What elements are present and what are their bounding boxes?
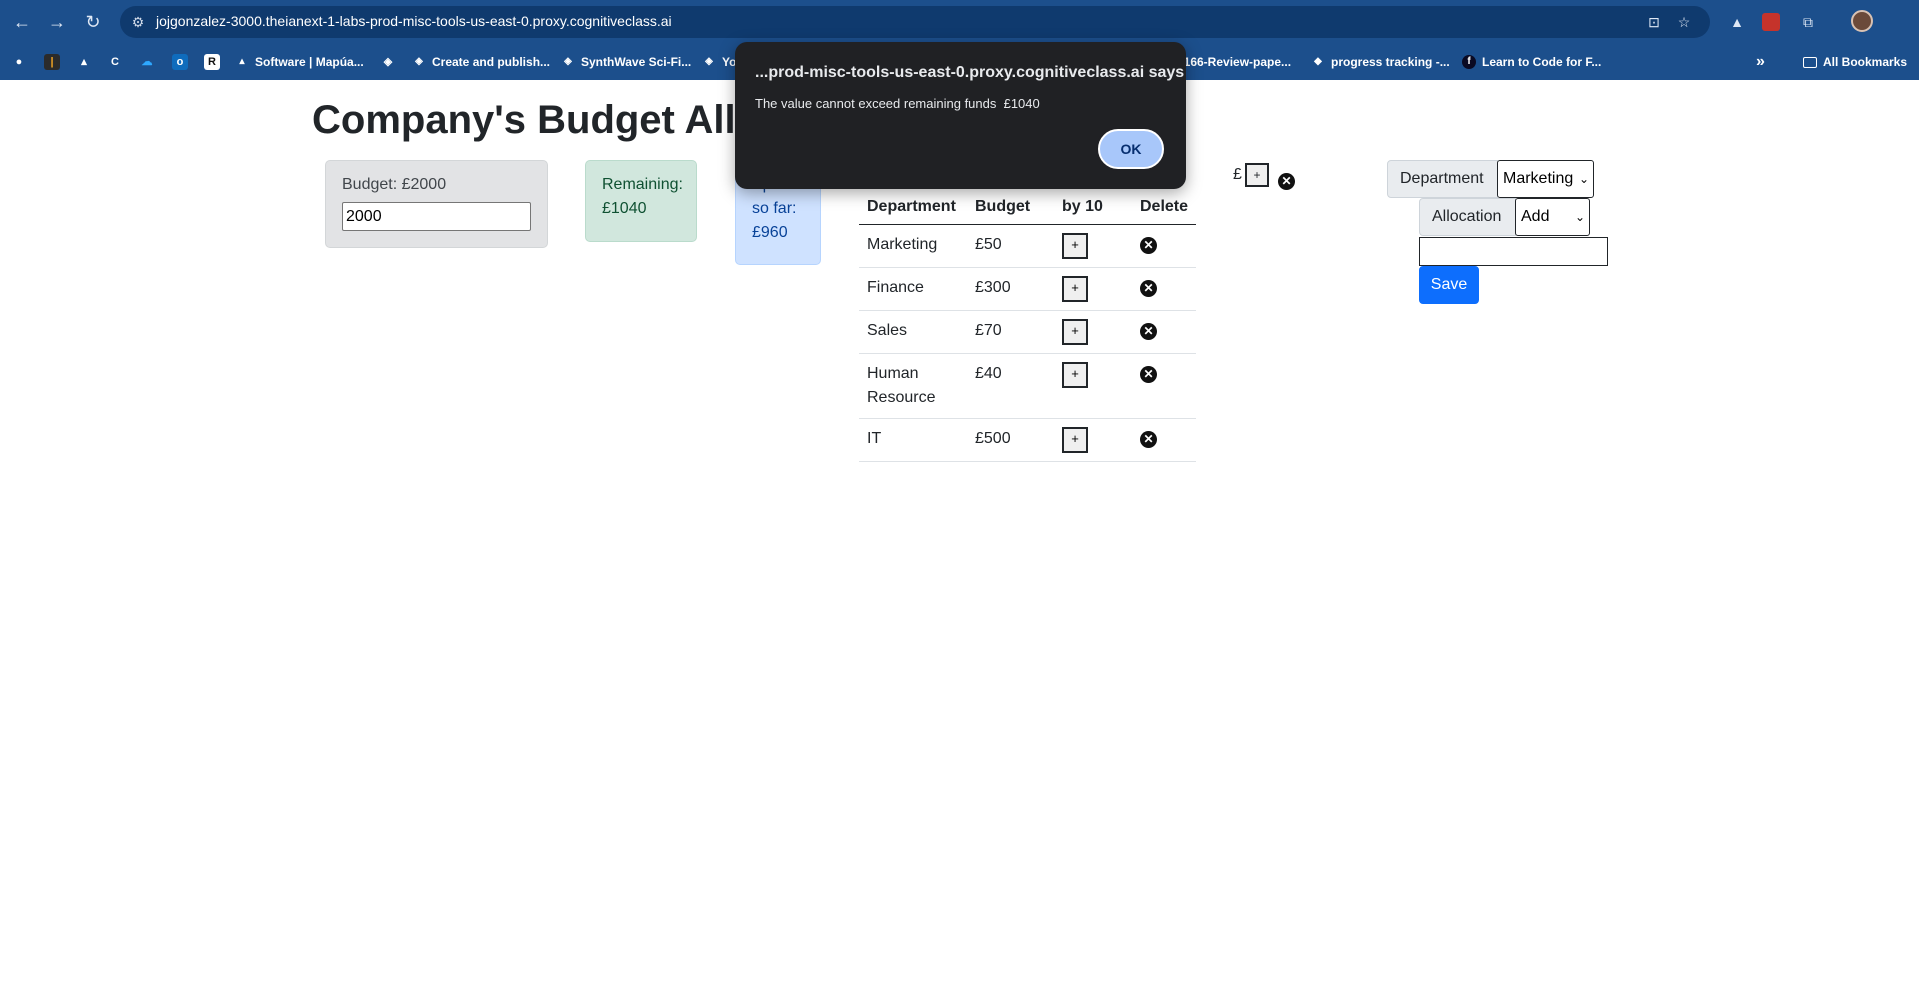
table-header-row: Department Budget by 10 Delete [859, 188, 1197, 225]
department-cell: Sales [859, 310, 967, 354]
department-cell: Marketing [859, 224, 967, 268]
spent-label-line2: so far: [752, 200, 797, 217]
delete-x-icon[interactable]: ✕ [1278, 173, 1295, 190]
allocation-label: Allocation [1419, 198, 1516, 236]
onedrive-icon[interactable]: ☁ [139, 54, 155, 70]
table-row: Human Resource £40 + ✕ [859, 353, 1197, 419]
back-arrow-icon[interactable]: ← [11, 11, 33, 33]
bookmark-graduation-icon[interactable]: ▴ [76, 54, 92, 70]
folder-icon [1803, 56, 1817, 68]
bookmark-favicon-icon: ▴ [239, 56, 245, 67]
bookmark-item[interactable]: ◆ progress tracking -... [1311, 52, 1450, 72]
ok-button[interactable]: OK [1098, 129, 1164, 169]
header-delete: Delete [1132, 188, 1197, 225]
currency-symbol: £ [1233, 166, 1242, 183]
department-cell: Human Resource [859, 353, 967, 419]
budget-cell: £70 [967, 310, 1054, 354]
bookmark-item[interactable]: f Learn to Code for F... [1462, 52, 1601, 72]
page-title: Company's Budget Allo [312, 98, 761, 142]
reload-icon[interactable]: ↻ [82, 11, 104, 33]
extension-red-icon[interactable] [1762, 13, 1780, 31]
extension-angular-icon[interactable]: ▲ [1727, 12, 1747, 32]
bookmark-unity-icon: ◈ [415, 56, 423, 67]
install-app-icon[interactable]: ⊡ [1646, 14, 1662, 30]
bookmark-item[interactable]: IT166-Review-pape... [1173, 52, 1291, 72]
bookmark-unity-icon: ◈ [705, 56, 713, 67]
alert-dialog: ...prod-misc-tools-us-east-0.proxy.cogni… [735, 42, 1186, 189]
table-row: Marketing £50 + ✕ [859, 224, 1197, 268]
delete-x-icon[interactable]: ✕ [1140, 430, 1157, 448]
increase-button[interactable]: + [1062, 275, 1088, 302]
bookmark-unity-icon[interactable]: ◈ [380, 54, 396, 70]
budget-cell: £40 [967, 353, 1054, 419]
bookmark-c-icon[interactable]: C [107, 54, 123, 70]
forward-arrow-icon[interactable]: → [46, 11, 68, 33]
bookmark-item[interactable]: ▴ Software | Mapúa... [235, 52, 363, 72]
dialog-title: ...prod-misc-tools-us-east-0.proxy.cogni… [755, 64, 1185, 81]
extensions-puzzle-icon[interactable]: ⧉ [1798, 12, 1818, 32]
remaining-card: Remaining: £1040 [585, 160, 697, 242]
delete-x-icon[interactable]: ✕ [1140, 322, 1157, 340]
delete-x-icon[interactable]: ✕ [1140, 279, 1157, 297]
department-cell: IT [859, 418, 967, 462]
header-budget: Budget [967, 188, 1054, 225]
remaining-label: Remaining: [602, 176, 683, 193]
budget-cell: £50 [967, 224, 1054, 268]
allocation-table: Department Budget by 10 Delete Marketing… [859, 188, 1197, 462]
more-bookmarks-chevron-icon[interactable]: » [1756, 52, 1765, 72]
increase-button[interactable]: + [1062, 426, 1088, 453]
bookmark-item[interactable]: ◈ Create and publish... [412, 52, 550, 72]
browser-toolbar: ← → ↻ ⚙ jojgonzalez-3000.theianext-1-lab… [0, 0, 1919, 44]
delete-x-icon[interactable]: ✕ [1140, 236, 1157, 254]
url-text[interactable]: jojgonzalez-3000.theianext-1-labs-prod-m… [156, 13, 672, 29]
department-select[interactable]: Marketing ⌄ [1497, 160, 1594, 198]
table-row: Finance £300 + ✕ [859, 267, 1197, 311]
github-icon[interactable]: ● [11, 54, 27, 70]
increase-button[interactable]: + [1062, 232, 1088, 259]
department-cell: Finance [859, 267, 967, 311]
all-bookmarks-button[interactable]: All Bookmarks [1803, 52, 1907, 72]
header-by-10: by 10 [1054, 188, 1132, 225]
header-department: Department [859, 188, 967, 225]
bookmark-unity-icon: ◈ [564, 56, 572, 67]
department-label: Department [1387, 160, 1498, 198]
budget-input[interactable]: 2000 [342, 202, 531, 231]
budget-cell: £500 [967, 418, 1054, 462]
allocation-select[interactable]: Add ⌄ [1515, 198, 1590, 236]
budget-card: Budget: £2000 2000 [325, 160, 548, 248]
dialog-message: The value cannot exceed remaining funds … [755, 96, 1040, 111]
bookmark-item[interactable]: ◈ SynthWave Sci-Fi... [561, 52, 691, 72]
delete-x-icon[interactable]: ✕ [1140, 365, 1157, 383]
bookmark-favicon-icon: ◆ [1314, 56, 1322, 67]
remaining-value: £1040 [602, 200, 647, 217]
bookmark-item[interactable]: ◈ Yo [702, 52, 736, 72]
freecodecamp-icon: f [1462, 55, 1476, 69]
bookmark-chart-icon[interactable]: | [44, 54, 60, 70]
save-button[interactable]: Save [1419, 266, 1479, 304]
increase-button[interactable]: + [1062, 361, 1088, 388]
chevron-down-icon: ⌄ [1574, 210, 1585, 224]
site-info-icon[interactable]: ⚙ [130, 14, 146, 30]
amount-input[interactable] [1419, 237, 1608, 266]
bookmark-star-icon[interactable]: ☆ [1676, 14, 1692, 30]
spent-value: £960 [752, 224, 788, 241]
address-bar[interactable]: ⚙ jojgonzalez-3000.theianext-1-labs-prod… [120, 6, 1710, 38]
increase-button[interactable]: + [1062, 318, 1088, 345]
budget-cell: £300 [967, 267, 1054, 311]
chevron-down-icon: ⌄ [1578, 172, 1589, 186]
budget-label: Budget: £2000 [342, 176, 447, 193]
profile-avatar[interactable] [1851, 10, 1873, 32]
bookmark-r-icon[interactable]: R [204, 54, 220, 70]
increase-button[interactable]: + [1245, 163, 1269, 187]
table-row: Sales £70 + ✕ [859, 310, 1197, 354]
table-row: IT £500 + ✕ [859, 418, 1197, 462]
outlook-icon[interactable]: o [172, 54, 188, 70]
